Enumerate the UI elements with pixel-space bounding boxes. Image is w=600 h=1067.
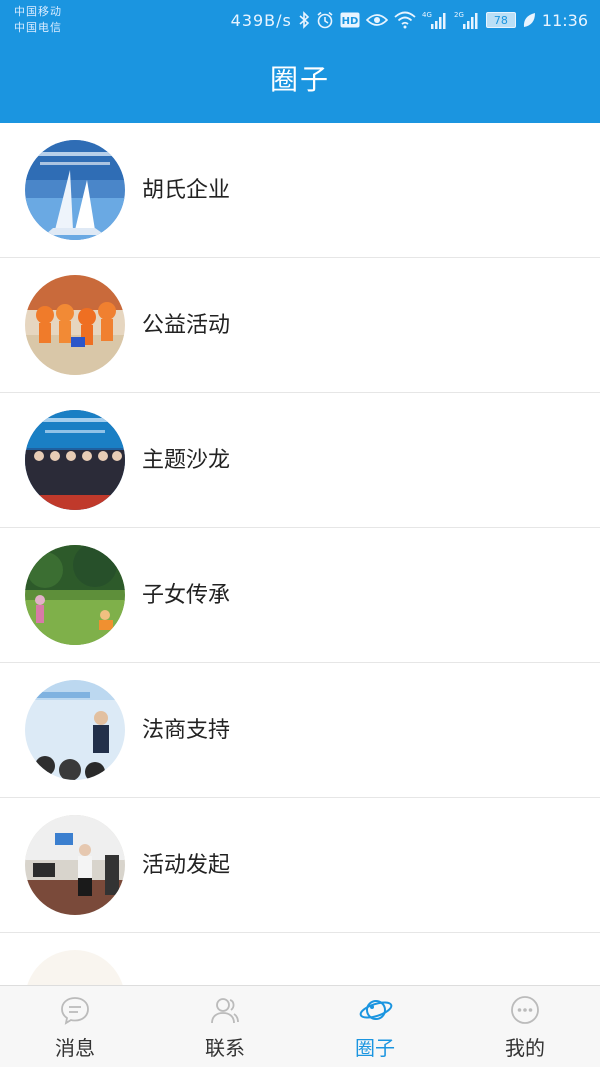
page-title: 圈子 <box>269 63 330 96</box>
leaf-icon <box>522 12 536 28</box>
tab-label: 圈子 <box>355 1036 395 1060</box>
circle-avatar-image <box>25 410 125 510</box>
bluetooth-icon <box>298 11 310 29</box>
circle-name: 子女传承 <box>142 583 231 608</box>
clock-time: 11:36 <box>541 10 588 30</box>
circle-item-charity[interactable]: 公益活动 <box>0 258 600 393</box>
tab-profile[interactable]: 我的 <box>450 986 600 1067</box>
circle-item-heritage[interactable]: 子女传承 <box>0 528 600 663</box>
message-icon <box>59 994 91 1026</box>
circle-list: 胡氏企业 公益活动 主题沙龙 子女传承 法商支持 活动发起 <box>0 123 600 985</box>
circle-avatar-image <box>25 950 125 985</box>
signal-2-label: 2G <box>454 11 464 19</box>
circle-name: 法商支持 <box>142 718 231 743</box>
tab-contacts[interactable]: 联系 <box>150 986 300 1067</box>
tab-label: 我的 <box>505 1036 545 1060</box>
circle-avatar-image <box>25 275 125 375</box>
planet-icon <box>359 994 393 1026</box>
circle-item-partial[interactable] <box>0 933 600 985</box>
profile-icon <box>509 994 541 1026</box>
circle-name: 活动发起 <box>142 853 231 878</box>
alarm-icon <box>316 11 334 29</box>
svg-text:HD: HD <box>342 16 359 27</box>
net-speed: 439B/s <box>230 10 292 30</box>
app-screen: 中国移动 中国电信 439B/s HD 4G 2G 78 11:36 圈子 胡氏… <box>0 0 600 1067</box>
bottom-tab-bar: 消息 联系 圈子 我的 <box>0 985 600 1067</box>
circle-name: 胡氏企业 <box>142 178 231 203</box>
tab-label: 消息 <box>55 1036 95 1060</box>
wifi-icon <box>394 11 416 29</box>
circle-avatar-image <box>25 140 125 240</box>
circle-avatar-image <box>25 545 125 645</box>
status-icons: 439B/s HD 4G 2G 78 11:36 <box>231 9 588 31</box>
signal-1-label: 4G <box>422 11 432 19</box>
circle-avatar-image <box>25 680 125 780</box>
battery-icon: 78 <box>485 12 516 28</box>
status-bar: 中国移动 中国电信 439B/s HD 4G 2G 78 11:36 <box>0 0 600 40</box>
circle-name: 公益活动 <box>142 313 231 338</box>
tab-messages[interactable]: 消息 <box>0 986 150 1067</box>
tab-circles[interactable]: 圈子 <box>300 986 450 1067</box>
circle-avatar-image <box>25 815 125 915</box>
carrier-1: 中国移动 <box>14 5 62 18</box>
contacts-icon <box>209 994 241 1026</box>
circle-item-legal-support[interactable]: 法商支持 <box>0 663 600 798</box>
signal-icon: 4G <box>422 10 448 30</box>
circle-item-salon[interactable]: 主题沙龙 <box>0 393 600 528</box>
circle-item-hushi-enterprise[interactable]: 胡氏企业 <box>0 123 600 258</box>
circle-item-launch-event[interactable]: 活动发起 <box>0 798 600 933</box>
circle-name: 主题沙龙 <box>142 448 231 473</box>
tab-label: 联系 <box>205 1036 245 1060</box>
carrier-info: 中国移动 中国电信 <box>14 4 62 36</box>
hd-icon: HD <box>340 12 360 28</box>
eye-icon <box>365 12 388 28</box>
signal-icon: 2G <box>454 10 480 30</box>
carrier-2: 中国电信 <box>14 21 62 34</box>
top-header: 中国移动 中国电信 439B/s HD 4G 2G 78 11:36 圈子 <box>0 0 600 123</box>
